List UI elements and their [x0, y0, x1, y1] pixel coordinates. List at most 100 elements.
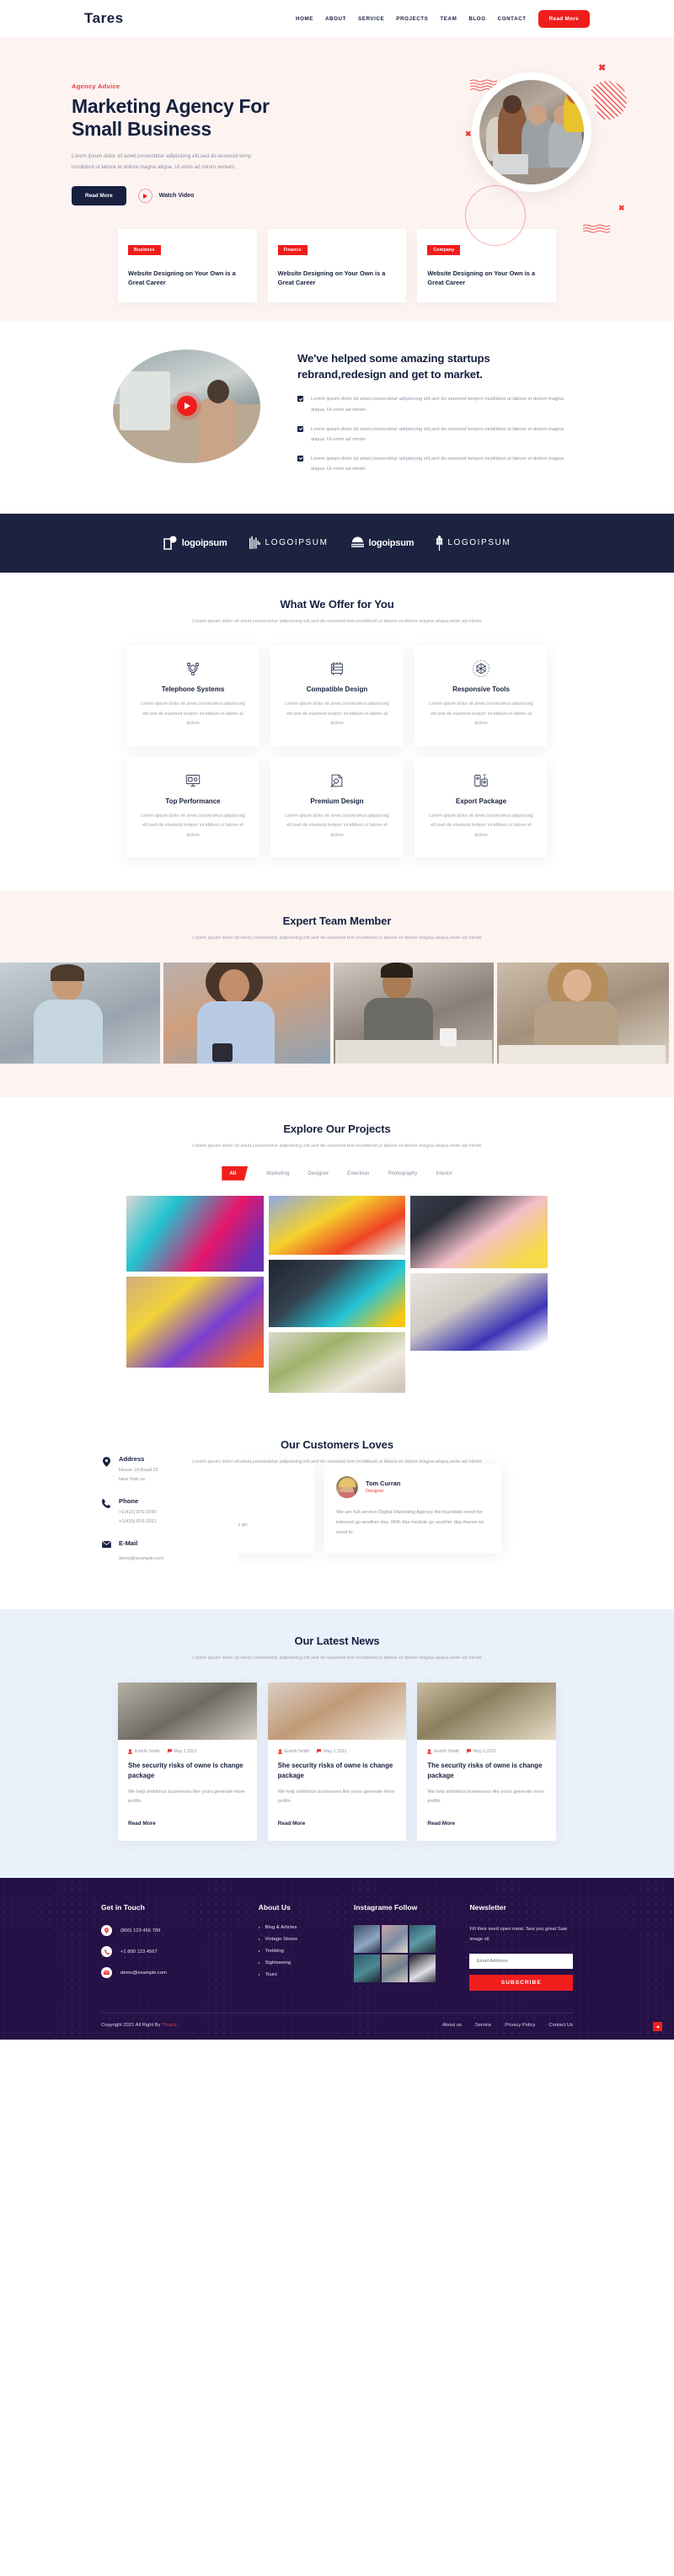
news-read-more-link[interactable]: Read More — [427, 1821, 455, 1827]
footer-link-item[interactable]: Vintage Stores — [258, 1937, 337, 1942]
team-member-photo[interactable] — [334, 962, 494, 1064]
footer-link-contact-us[interactable]: Contact Us — [548, 2023, 573, 2028]
offer-card[interactable]: Export Package Lorem ipsum dolor sit ame… — [415, 756, 548, 858]
offer-card[interactable]: Top Performance Lorem ipsum dolor sit am… — [126, 756, 259, 858]
feature-card-title: Website Designing on Your Own is a Great… — [128, 269, 236, 287]
instagram-thumbnail[interactable] — [353, 1925, 380, 1954]
offer-card[interactable]: Responsive Tools Lorem ipsum dolor sit a… — [415, 645, 548, 746]
partner-logo: logoipsum — [350, 536, 415, 549]
nav-item-blog[interactable]: BLOG — [468, 16, 485, 22]
about-copy: We've helped some amazing startups rebra… — [297, 344, 573, 483]
news-card[interactable]: Endrih Smith May 1,2021 She security ris… — [267, 1682, 407, 1842]
filter-exteririon[interactable]: Exteririon — [347, 1171, 369, 1176]
newsletter-email-input[interactable] — [469, 1954, 573, 1970]
filter-marketing[interactable]: Marketing — [266, 1171, 289, 1176]
filter-designer[interactable]: Designer — [308, 1171, 329, 1176]
feature-card-tag: Finance — [277, 245, 308, 255]
checklist-text: Lorem ipsum dolor sit amet,consectetur a… — [311, 397, 564, 413]
nav-item-contact[interactable]: CONTACT — [498, 16, 527, 22]
footer-link-item[interactable]: Blog & Articles — [258, 1925, 337, 1930]
project-thumbnail[interactable] — [126, 1195, 264, 1272]
monitor-icon — [138, 771, 248, 790]
nav-item-projects[interactable]: PROJECTS — [396, 16, 428, 22]
nav-item-home[interactable]: HOME — [296, 16, 313, 22]
instagram-thumbnail[interactable] — [353, 1955, 380, 1983]
hero-image-circle — [472, 72, 591, 192]
feature-card[interactable]: Business Website Designing on Your Own i… — [118, 229, 257, 302]
news-section: Our Latest News Lorem ipsum dolor sit am… — [0, 1609, 674, 1879]
user-icon — [427, 1748, 432, 1754]
news-read-more-link[interactable]: Read More — [278, 1821, 306, 1827]
copyright-brand: Thucoi — [162, 2023, 177, 2029]
about-checklist: Lorem ipsum dolor sit amet,consectetur a… — [297, 394, 573, 474]
checklist-item: Lorem ipsum dolor sit amet,consectetur a… — [297, 424, 573, 445]
checklist-text: Lorem ipsum dolor sit amet,consectetur a… — [311, 426, 564, 442]
project-thumbnail[interactable] — [268, 1259, 406, 1327]
projects-header: Explore Our Projects Lorem ipsum dolor s… — [118, 1123, 556, 1151]
offer-card[interactable]: Premium Design Lorem ipsum dolor sit ame… — [270, 756, 404, 858]
instagram-thumbnail[interactable] — [409, 1925, 436, 1954]
x-decoration-icon-2: ✖ — [465, 130, 472, 138]
news-card-excerpt: We help ambitious businesses like yours … — [128, 1789, 245, 1804]
footer-link-item[interactable]: Trekking — [258, 1949, 337, 1954]
news-card[interactable]: Endrih Smith May 1,2021 She security ris… — [118, 1682, 257, 1842]
footer-link-about-us[interactable]: About us — [442, 2023, 462, 2028]
hero-read-more-button[interactable]: Read More — [72, 186, 126, 206]
avatar — [336, 1475, 358, 1498]
news-card[interactable]: Endrih Smith May 1,2021 The security ris… — [417, 1682, 557, 1842]
news-author: Endrih Smith — [128, 1749, 160, 1754]
play-button-icon[interactable] — [176, 396, 197, 417]
about-video-thumbnail[interactable] — [113, 349, 260, 463]
instagram-thumbnail[interactable] — [381, 1925, 408, 1954]
news-read-more-link[interactable]: Read More — [128, 1821, 156, 1827]
partner-logo-name: LOGOIPSUM — [265, 538, 329, 548]
project-thumbnail[interactable] — [410, 1195, 548, 1268]
team-member-photo[interactable] — [0, 962, 160, 1064]
newsletter-subscribe-button[interactable]: SUBSCRIBE — [469, 1975, 573, 1992]
filter-interior[interactable]: Interior — [436, 1171, 452, 1176]
project-thumbnail[interactable] — [410, 1272, 548, 1351]
footer-contact-item[interactable]: demo@example.com — [101, 1967, 242, 1979]
project-thumbnail[interactable] — [126, 1276, 264, 1368]
project-thumbnail[interactable] — [268, 1331, 406, 1393]
package-export-icon — [426, 771, 536, 790]
news-subtitle: Lorem ipsum dolor sit amet,consectetur a… — [192, 1656, 482, 1661]
footer-link-privacy-policy[interactable]: Privacy Policy — [505, 2023, 535, 2028]
news-card-excerpt: We help ambitious businesses like yours … — [277, 1789, 395, 1804]
scroll-to-top-button[interactable] — [653, 2022, 662, 2032]
site-logo[interactable]: Tares — [84, 10, 124, 27]
contact-phone-line-1: +1(415) 876-3250 — [119, 1509, 157, 1515]
offer-title: What We Offer for You — [280, 597, 394, 611]
bullet-icon — [258, 1950, 260, 1953]
team-member-photo[interactable] — [497, 962, 669, 1064]
offer-card[interactable]: Telephone Systems Lorem ipsum dolor sit … — [126, 645, 259, 746]
checkbox-icon — [297, 425, 303, 432]
nav-item-team[interactable]: TEAM — [440, 16, 457, 22]
testimonials-carousel[interactable]: ng Agency the foundatio With this module… — [238, 1440, 573, 1576]
offer-card-title: Premium Design — [310, 797, 364, 805]
footer-link-item[interactable]: Sightseeing — [258, 1960, 337, 1965]
offer-card[interactable]: Compatible Design Lorem ipsum dolor sit … — [270, 645, 404, 746]
footer-link-service[interactable]: Service — [475, 2023, 491, 2028]
testimonial-role: Designer — [366, 1489, 384, 1495]
nav-item-about[interactable]: ABOUT — [325, 16, 346, 22]
testimonial-card[interactable]: Tom Curran Designer We are full service … — [324, 1463, 501, 1554]
instagram-thumbnail[interactable] — [381, 1955, 408, 1983]
testimonial-card[interactable]: ng Agency the foundatio With this module… — [238, 1463, 314, 1554]
footer-contact-item[interactable]: (800) 123 456 789 — [101, 1925, 242, 1937]
bullet-icon — [258, 1974, 260, 1976]
header-read-more-button[interactable]: Read More — [538, 9, 590, 28]
checklist-item: Lorem ipsum dolor sit amet,consectetur a… — [297, 454, 573, 474]
location-pin-icon — [101, 1925, 112, 1937]
team-member-photo[interactable] — [163, 962, 330, 1064]
footer-link-item[interactable]: Tours — [258, 1972, 337, 1977]
nav-item-service[interactable]: SERVICE — [358, 16, 384, 22]
filter-photography[interactable]: Photography — [388, 1171, 417, 1176]
instagram-thumbnail[interactable] — [409, 1955, 436, 1983]
watch-video-button[interactable]: Watch Video — [137, 189, 194, 204]
project-thumbnail[interactable] — [268, 1195, 406, 1255]
feature-card[interactable]: Finance Website Designing on Your Own is… — [267, 229, 407, 302]
footer-contact-item[interactable]: +1 800 123 4567 — [101, 1946, 242, 1958]
filter-all[interactable]: All — [222, 1165, 249, 1181]
news-date: May 1,2021 — [467, 1749, 496, 1754]
